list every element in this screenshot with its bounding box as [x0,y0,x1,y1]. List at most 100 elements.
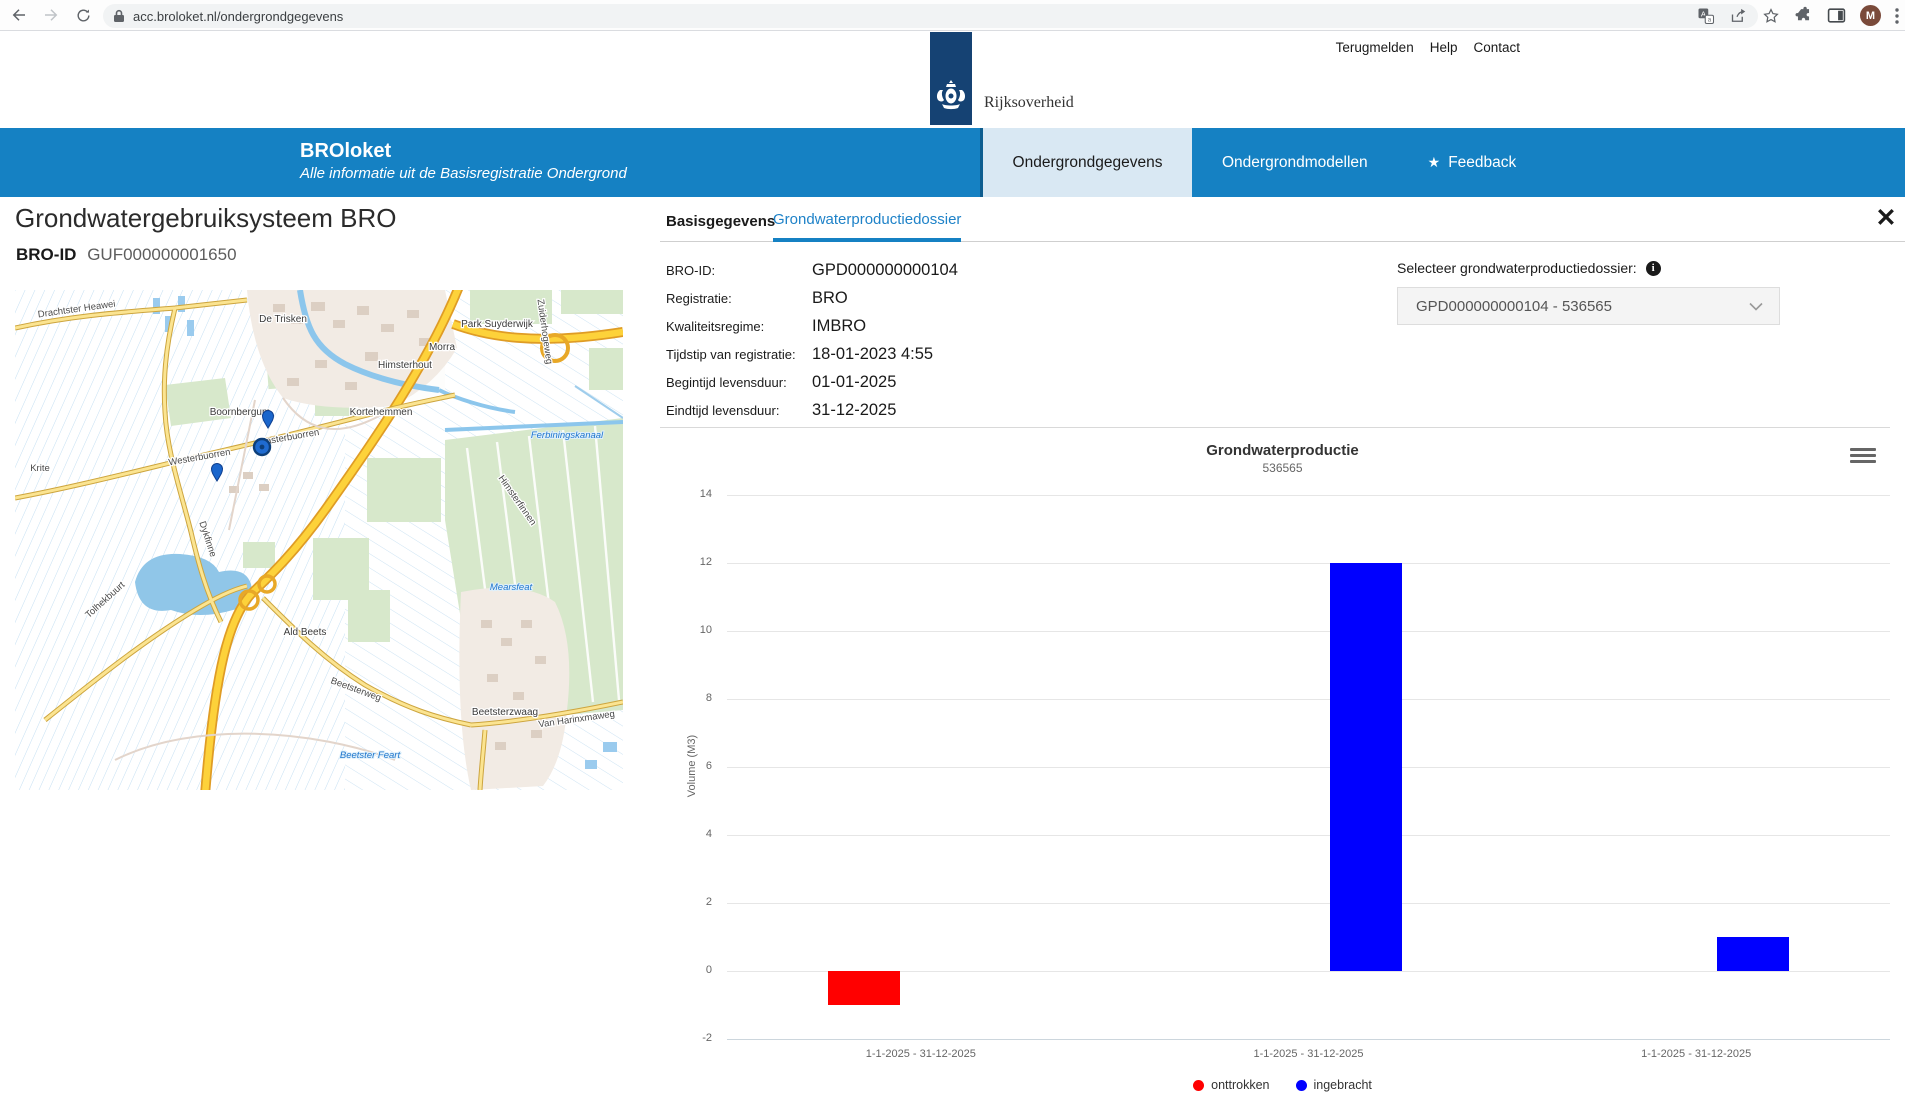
rijksoverheid-crest-icon [930,32,972,125]
chart-title: Grondwaterproductie [660,442,1905,459]
field-label: BRO-ID: [666,263,812,278]
legend-label: ingebracht [1314,1078,1372,1092]
nav-item-label: Feedback [1448,154,1516,172]
field-row: Kwaliteitsregime:IMBRO [666,312,958,340]
map-label: Mearsfeat [490,582,533,593]
gridline [727,699,1890,700]
bro-id-label: BRO-ID [16,245,76,264]
browser-toolbar: acc.broloket.nl/ondergrondgegevens A a [0,0,1905,31]
bar-onttrokken[interactable] [828,971,900,1005]
field-row: Begintijd levensduur:01-01-2025 [666,368,958,396]
dossier-select-value: GPD000000000104 - 536565 [1416,298,1749,315]
legend-marker-icon [1296,1080,1307,1091]
brand-block[interactable]: BROloket Alle informatie uit de Basisreg… [300,139,627,184]
side-panel-icon[interactable] [1827,7,1846,24]
map[interactable]: Drachtster HeaweiDe TriskenPark Suyderwi… [15,290,623,790]
nav-item-ondergrondgegevens[interactable]: Ondergrondgegevens [980,128,1192,197]
main-navbar: BROloket Alle informatie uit de Basisreg… [0,128,1905,197]
profile-avatar[interactable]: M [1860,5,1881,26]
dossier-selector-label-row: Selecteer grondwaterproductiedossier: i [1397,260,1780,276]
chart-menu-button[interactable] [1850,444,1876,466]
back-button[interactable] [6,2,32,28]
field-label: Kwaliteitsregime: [666,319,812,334]
reload-button[interactable] [70,2,96,28]
map-label: Himsterhout [378,360,432,371]
header-link-terugmelden[interactable]: Terugmelden [1336,40,1414,55]
field-row: BRO-ID:GPD000000000104 [666,256,958,284]
brand-tagline: Alle informatie uit de Basisregistratie … [300,163,627,184]
map-label: Krite [30,463,50,474]
map-label: Park Suyderwijk [461,319,534,330]
y-tick-label: 12 [666,556,712,568]
bro-id-value: GUF000000001650 [87,245,236,264]
y-tick-label: -2 [666,1032,712,1044]
share-icon[interactable] [1729,7,1748,25]
tab-basisgegevens[interactable]: Basisgegevens [666,200,775,242]
bro-id-line: BRO-ID GUF000000001650 [16,245,237,265]
y-tick-label: 10 [666,624,712,636]
map-canvas: Drachtster HeaweiDe TriskenPark Suyderwi… [15,290,623,790]
legend-marker-icon [1193,1080,1204,1091]
map-label: Boornbergum [210,407,271,418]
field-row: Registratie:BRO [666,284,958,312]
page: acc.broloket.nl/ondergrondgegevens A a [0,0,1905,1111]
field-label: Tijdstip van registratie: [666,347,812,362]
dossier-select[interactable]: GPD000000000104 - 536565 [1397,287,1780,325]
tab-grondwaterproductiedossier[interactable]: Grondwaterproductiedossier [773,200,961,242]
grondwaterproductie-chart: Grondwaterproductie 536565 Volume (M3) -… [660,430,1905,1111]
field-value: BRO [812,289,848,308]
y-tick-label: 2 [666,896,712,908]
header-links: Terugmelden Help Contact [1336,40,1520,55]
field-value: GPD000000000104 [812,261,958,280]
url-text: acc.broloket.nl/ondergrondgegevens [133,9,343,24]
detail-fields: BRO-ID:GPD000000000104Registratie:BROKwa… [666,256,958,424]
x-category-label: 1-1-2025 - 31-12-2025 [1199,1048,1419,1060]
close-button[interactable]: ✕ [1870,202,1902,234]
legend-label: onttrokken [1211,1078,1269,1092]
gridline [727,835,1890,836]
legend-item-ingebracht[interactable]: ingebracht [1296,1078,1372,1092]
map-label: Beetsterzwaag [472,707,538,718]
url-bar[interactable]: acc.broloket.nl/ondergrondgegevens [103,4,1758,28]
nav-item-feedback[interactable]: ★ Feedback [1398,128,1547,197]
x-axis-line [727,1039,1890,1040]
chart-legend: onttrokken ingebracht [660,1078,1905,1092]
chart-subtitle: 536565 [660,461,1905,475]
map-label: De Trisken [259,314,307,325]
field-label: Eindtijd levensduur: [666,403,812,418]
site-header: Rijksoverheid Terugmelden Help Contact [0,32,1905,128]
detail-tabs: BasisgegevensGrondwaterproductiedossier [660,200,1905,242]
forward-icon [42,6,60,24]
section-divider [660,427,1890,428]
navbar-menu: Ondergrondgegevens Ondergrondmodellen ★ Fee… [980,128,1546,197]
nav-item-label: Ondergrondgegevens [1013,154,1163,172]
x-category-label: 1-1-2025 - 31-12-2025 [811,1048,1031,1060]
y-tick-label: 4 [666,828,712,840]
header-link-help[interactable]: Help [1430,40,1458,55]
rijksoverheid-logo [930,32,972,125]
field-value: 18-01-2023 4:55 [812,345,933,364]
info-icon[interactable]: i [1646,261,1661,276]
page-title: Grondwatergebruiksysteem BRO [15,203,396,234]
gridline [727,767,1890,768]
forward-button[interactable] [38,2,64,28]
lock-icon [113,9,125,23]
header-link-contact[interactable]: Contact [1473,40,1520,55]
star-icon: ★ [1428,154,1441,171]
brand-name: BROloket [300,139,627,163]
gridline [727,971,1890,972]
field-value: 31-12-2025 [812,401,896,420]
gridline [727,631,1890,632]
bookmark-star-icon[interactable] [1762,7,1780,25]
back-icon [10,6,28,24]
bar-ingebracht[interactable] [1717,937,1789,971]
translate-icon[interactable]: A a [1697,7,1715,25]
map-cluster-marker[interactable] [254,439,270,455]
y-tick-label: 14 [666,488,712,500]
extensions-puzzle-icon[interactable] [1794,6,1813,25]
legend-item-onttrokken[interactable]: onttrokken [1193,1078,1269,1092]
nav-item-ondergrondmodellen[interactable]: Ondergrondmodellen [1192,128,1398,197]
logo-wordmark: Rijksoverheid [984,94,1074,112]
bar-ingebracht[interactable] [1330,563,1402,971]
kebab-menu-icon[interactable] [1895,8,1899,24]
